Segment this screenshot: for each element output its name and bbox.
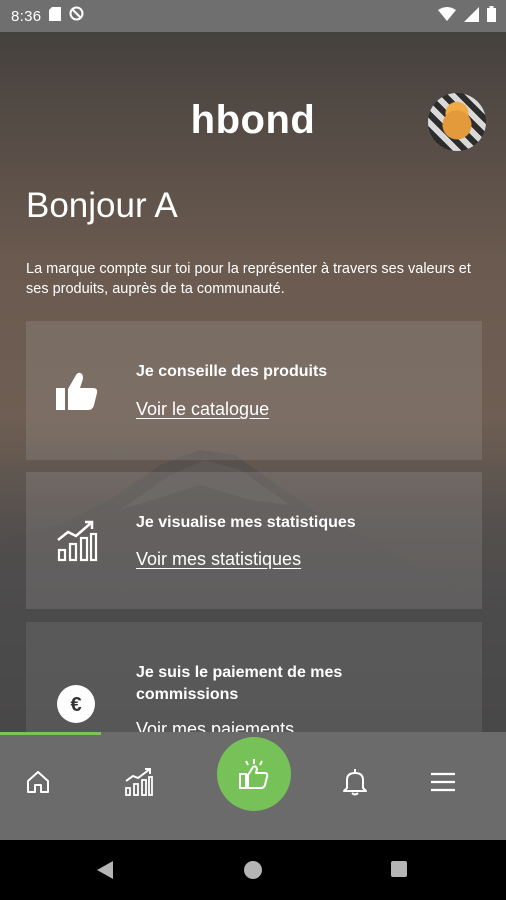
thumbs-up-icon xyxy=(56,371,100,416)
card-title: Je suis le paiement de mes commissions xyxy=(136,664,343,703)
nav-statistics[interactable] xyxy=(119,762,159,802)
card-statistics[interactable]: Je visualise mes statistiques Voir mes s… xyxy=(26,472,482,609)
card-payments[interactable]: € Je suis le paiement de mes commissions… xyxy=(26,622,482,739)
euro-icon: € xyxy=(56,684,96,729)
statistics-link[interactable]: Voir mes statistiques xyxy=(136,549,301,570)
svg-text:€: € xyxy=(70,694,81,716)
back-icon[interactable] xyxy=(96,860,114,885)
stats-icon xyxy=(125,768,153,796)
signal-icon xyxy=(464,6,479,27)
page-title: Bonjour A xyxy=(26,186,178,225)
do-not-disturb-icon xyxy=(69,6,84,26)
home-icon xyxy=(27,771,49,793)
nav-recommend-button[interactable] xyxy=(217,737,291,811)
app-screen: 8:36 hbond Bonjour A La marque compte su… xyxy=(0,0,506,900)
wifi-icon xyxy=(438,7,456,26)
status-time: 8:36 xyxy=(11,7,42,25)
battery-icon xyxy=(487,6,496,27)
bell-icon xyxy=(343,769,367,796)
stats-chart-icon xyxy=(56,520,98,567)
card-title: Je visualise mes statistiques xyxy=(136,514,356,531)
card-products[interactable]: Je conseille des produits Voir le catalo… xyxy=(26,321,482,460)
nav-home[interactable] xyxy=(18,762,58,802)
avatar[interactable] xyxy=(428,93,486,151)
recommend-icon xyxy=(239,759,269,789)
sd-card-icon xyxy=(49,6,62,26)
card-title: Je conseille des produits xyxy=(136,363,328,380)
status-bar: 8:36 xyxy=(0,0,506,32)
bottom-navigation xyxy=(0,732,506,840)
intro-text: La marque compte sur toi pour la représe… xyxy=(26,261,471,297)
nav-menu[interactable] xyxy=(423,762,463,802)
system-navigation-bar xyxy=(0,840,506,900)
recents-icon[interactable] xyxy=(390,860,408,883)
home-circle-icon[interactable] xyxy=(243,860,263,885)
catalog-link[interactable]: Voir le catalogue xyxy=(136,399,269,420)
nav-notifications[interactable] xyxy=(335,762,375,802)
menu-icon xyxy=(431,772,455,792)
nav-active-indicator xyxy=(0,732,101,735)
